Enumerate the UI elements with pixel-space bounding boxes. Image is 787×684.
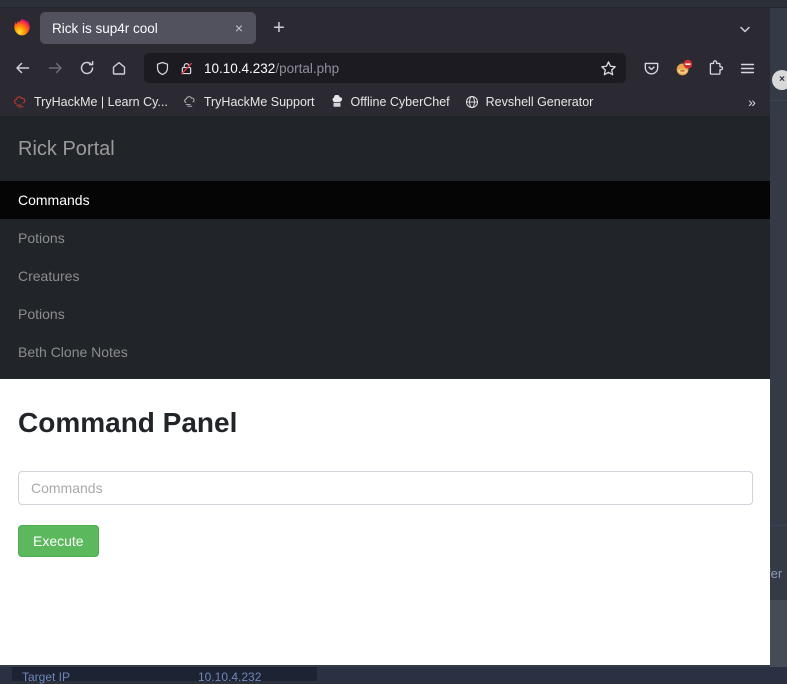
background-bottom-label: Target IP — [22, 670, 70, 684]
command-panel-heading: Command Panel — [18, 407, 752, 439]
url-text[interactable]: 10.10.4.232/portal.php — [204, 61, 592, 76]
new-tab-button[interactable]: + — [264, 13, 294, 43]
background-close-icon[interactable]: × — [772, 70, 787, 90]
firefox-browser-window: Rick is sup4r cool × + — [0, 8, 770, 665]
os-top-strip — [0, 0, 787, 8]
background-bottom-value: 10.10.4.232 — [198, 670, 261, 684]
background-panel-divider-top — [770, 100, 787, 101]
site-header: Rick Portal — [0, 116, 770, 181]
bookmark-label: TryHackMe Support — [204, 95, 315, 109]
nav-item-commands[interactable]: Commands — [0, 181, 770, 219]
globe-icon — [464, 94, 480, 110]
tryhackme-icon — [12, 94, 28, 110]
shield-icon[interactable] — [152, 58, 172, 78]
command-input[interactable] — [18, 471, 753, 505]
forward-button[interactable] — [40, 53, 70, 83]
nav-item-potions-2[interactable]: Potions — [0, 295, 770, 333]
nav-item-beth-clone-notes[interactable]: Beth Clone Notes — [0, 333, 770, 371]
url-bar[interactable]: 10.10.4.232/portal.php — [144, 53, 626, 83]
bookmark-revshell-generator[interactable]: Revshell Generator — [458, 91, 600, 113]
bookmarks-overflow-icon[interactable]: » — [742, 92, 762, 112]
bookmark-tryhackme-support[interactable]: TryHackMe Support — [176, 91, 321, 113]
firefox-logo-icon — [12, 18, 32, 38]
reload-button[interactable] — [72, 53, 102, 83]
execute-button[interactable]: Execute — [18, 525, 99, 557]
bookmark-label: Offline CyberChef — [351, 95, 450, 109]
web-page-content: Rick Portal Commands Potions Creatures P… — [0, 116, 770, 665]
command-panel: Command Panel Execute — [0, 379, 770, 557]
app-menu-icon[interactable] — [732, 53, 762, 83]
bookmark-star-icon[interactable] — [596, 56, 620, 80]
site-navigation: Commands Potions Creatures Potions Beth … — [0, 181, 770, 379]
extension-blocker-icon[interactable] — [668, 53, 698, 83]
tryhackme-support-icon — [182, 94, 198, 110]
url-host: 10.10.4.232 — [204, 61, 275, 76]
bookmark-label: Revshell Generator — [486, 95, 594, 109]
url-path: /portal.php — [275, 61, 339, 76]
nav-item-potions-1[interactable]: Potions — [0, 219, 770, 257]
bookmark-label: TryHackMe | Learn Cy... — [34, 95, 168, 109]
nav-item-creatures[interactable]: Creatures — [0, 257, 770, 295]
bookmark-offline-cyberchef[interactable]: Offline CyberChef — [323, 91, 456, 113]
page-title: Rick Portal — [18, 138, 752, 161]
home-button[interactable] — [104, 53, 134, 83]
browser-tab-active[interactable]: Rick is sup4r cool × — [40, 12, 256, 44]
extensions-puzzle-icon[interactable] — [700, 53, 730, 83]
cyberchef-chefhat-icon — [329, 94, 345, 110]
bookmarks-toolbar: TryHackMe | Learn Cy... TryHackMe Suppor… — [0, 88, 770, 116]
tab-title: Rick is sup4r cool — [52, 21, 228, 36]
pocket-icon[interactable] — [636, 53, 666, 83]
insecure-lock-icon[interactable] — [176, 58, 196, 78]
bookmark-tryhackme[interactable]: TryHackMe | Learn Cy... — [6, 91, 174, 113]
back-button[interactable] — [8, 53, 38, 83]
background-panel-divider-bottom — [770, 525, 787, 526]
navigation-toolbar: 10.10.4.232/portal.php — [0, 48, 770, 88]
tab-strip: Rick is sup4r cool × + — [0, 8, 770, 48]
list-all-tabs-icon[interactable] — [732, 16, 758, 42]
tab-close-icon[interactable]: × — [228, 17, 250, 39]
